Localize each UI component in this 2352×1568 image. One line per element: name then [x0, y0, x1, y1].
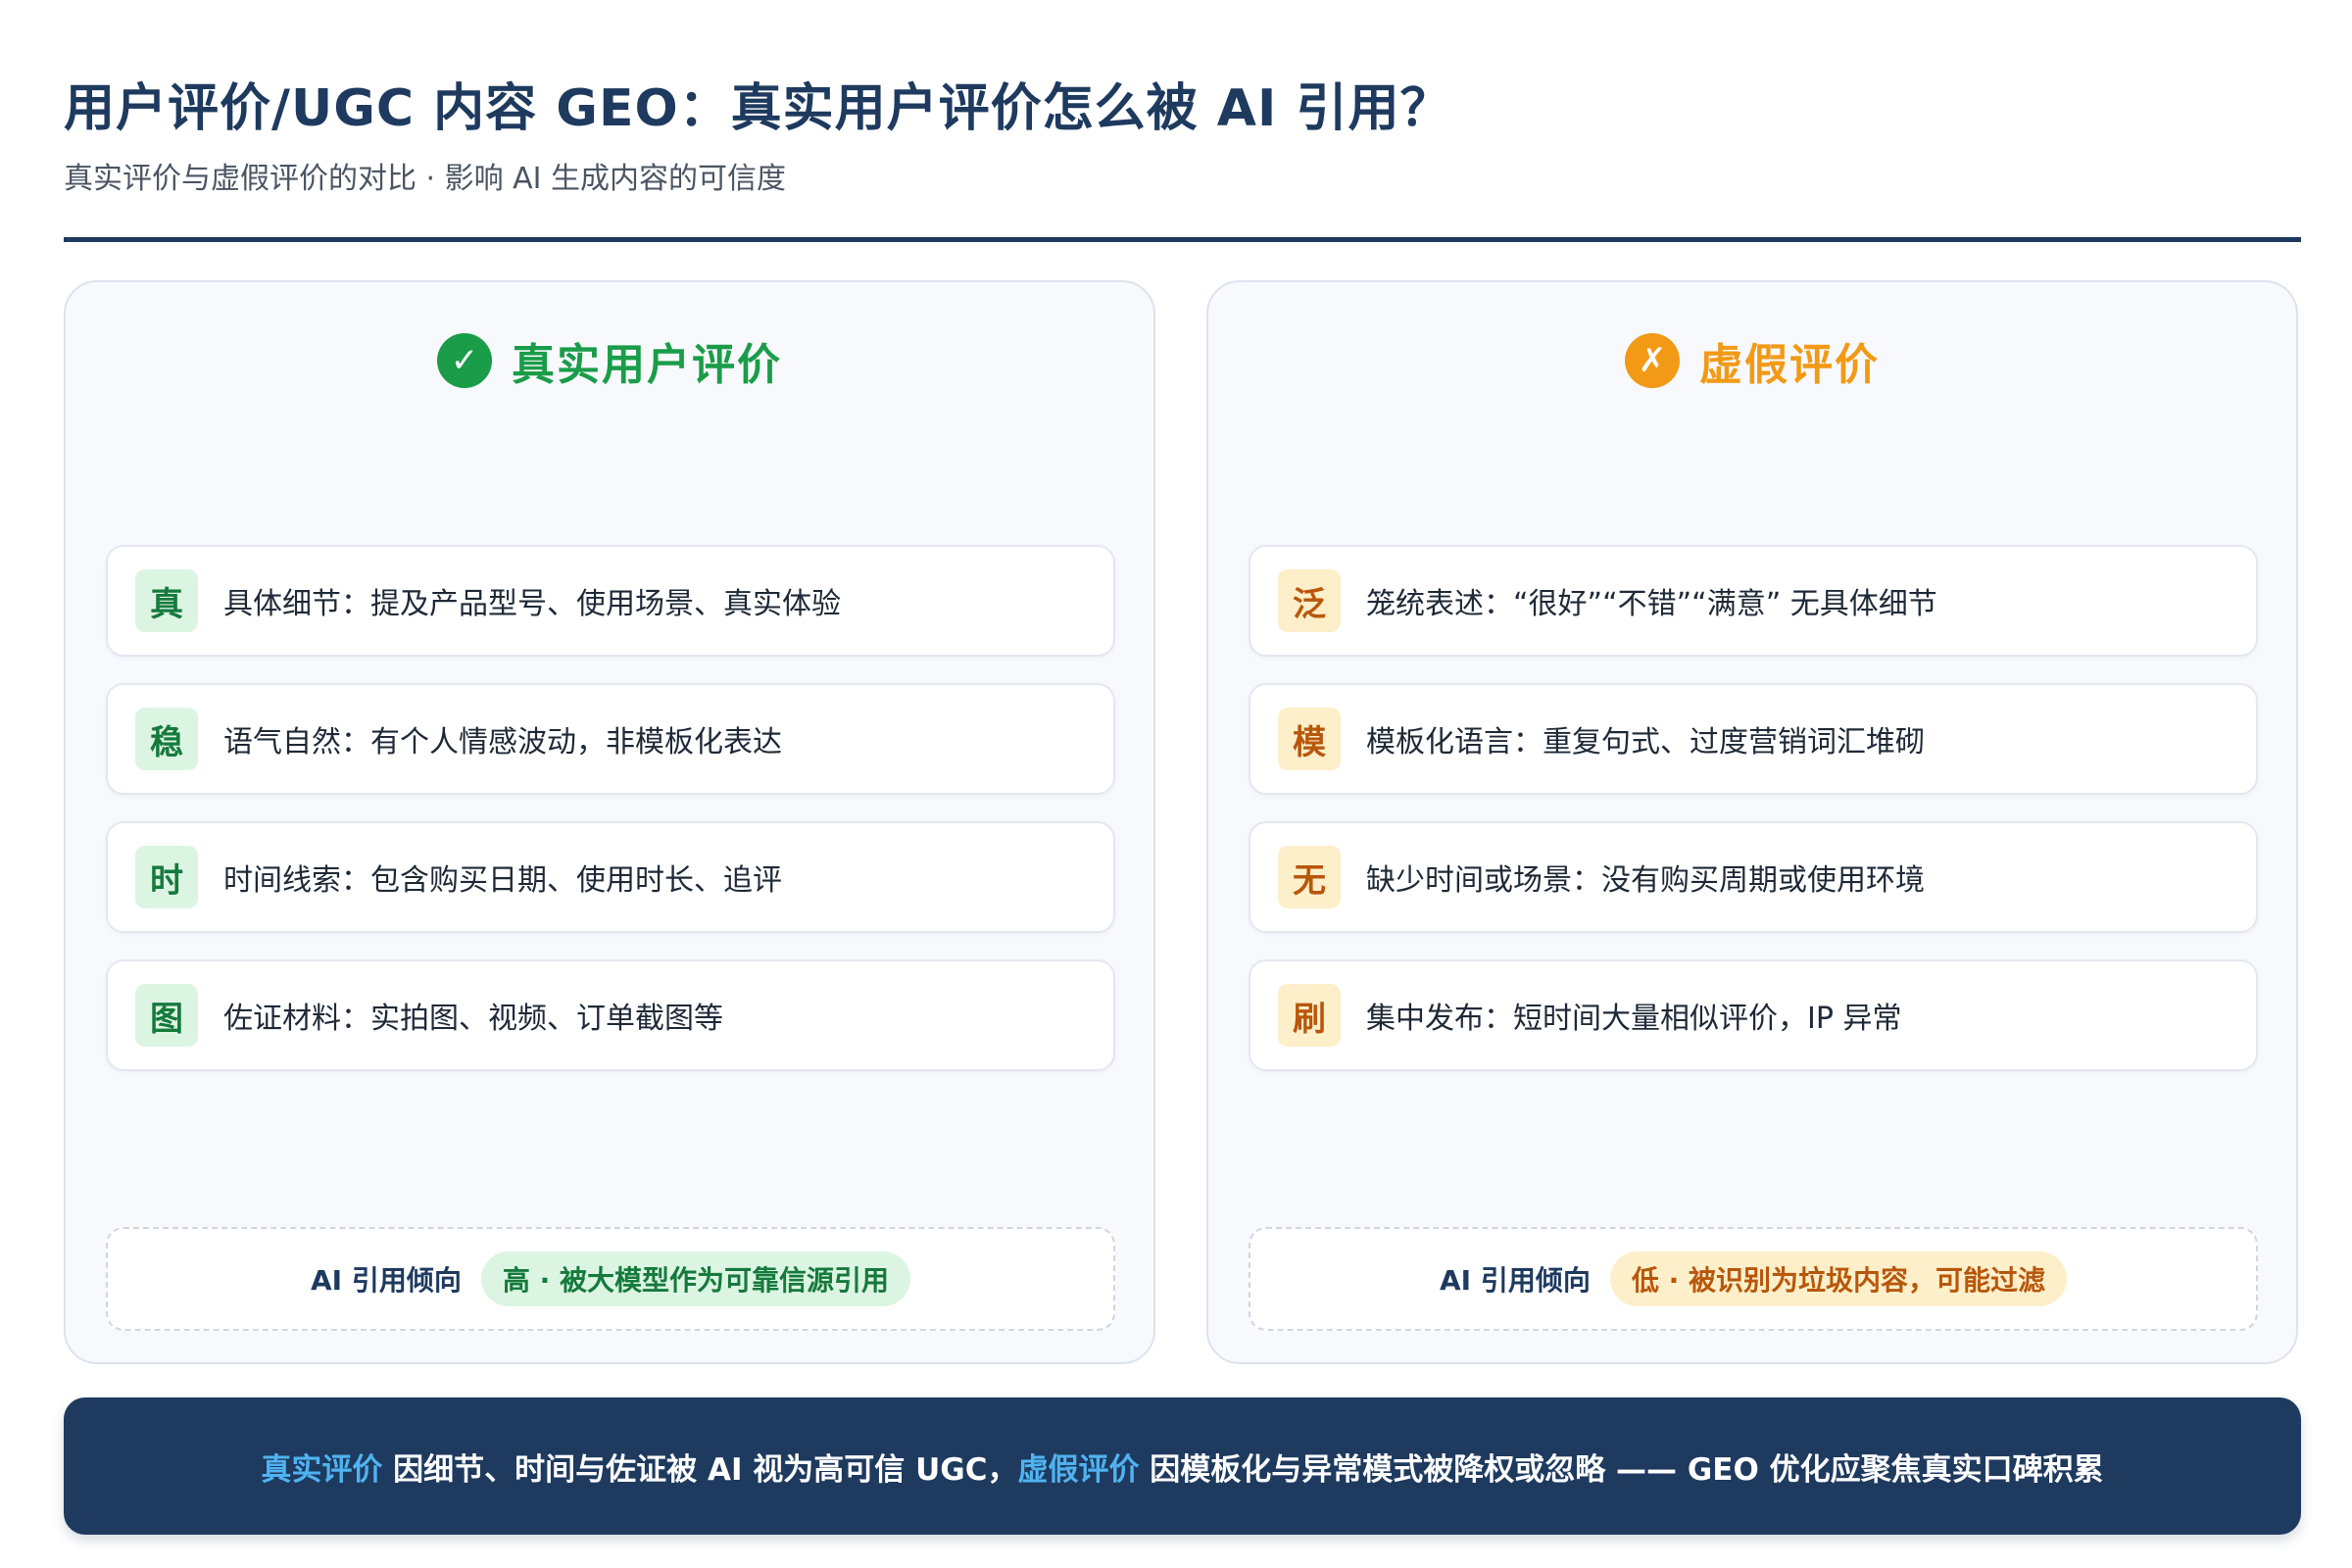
check-icon: ✓ [437, 333, 492, 388]
genuine-item-time: 时 时间线索：包含购买日期、使用时长、追评 [106, 821, 1115, 933]
item-badge: 模 [1278, 708, 1341, 770]
banner-text-part2: 因模板化与异常模式被降权或忽略 —— GEO 优化应聚焦真实口碑积累 [1139, 1451, 2104, 1488]
item-text: 笼统表述：“很好”“不错”“满意” 无具体细节 [1366, 587, 1937, 621]
genuine-item-detail: 真 具体细节：提及产品型号、使用场景、真实体验 [106, 545, 1115, 657]
fake-item-no-context: 无 缺少时间或场景：没有购买周期或使用环境 [1249, 821, 2258, 933]
item-text: 语气自然：有个人情感波动，非模板化表达 [223, 725, 782, 760]
ai-citation-low-badge: 低 · 被识别为垃圾内容，可能过滤 [1609, 1251, 2067, 1306]
fake-ai-citation-box: AI 引用倾向 低 · 被识别为垃圾内容，可能过滤 [1249, 1227, 2258, 1331]
title-divider [64, 237, 2301, 242]
fake-panel-heading: 虚假评价 [1699, 340, 1880, 390]
page-subtitle: 真实评价与虚假评价的对比 · 影响 AI 生成内容的可信度 [64, 162, 787, 196]
item-badge: 真 [135, 569, 198, 632]
summary-banner: 真实评价 因细节、时间与佐证被 AI 视为高可信 UGC， 虚假评价 因模板化与异… [64, 1397, 2301, 1535]
genuine-panel-heading: 真实用户评价 [512, 340, 782, 390]
item-text: 集中发布：短时间大量相似评价，IP 异常 [1366, 1002, 1902, 1036]
ai-citation-high-badge: 高 · 被大模型作为可靠信源引用 [480, 1251, 910, 1306]
page-title: 用户评价/UGC 内容 GEO：真实用户评价怎么被 AI 引用？ [64, 79, 1452, 138]
fake-panel-header: ✗ 虚假评价 [1208, 321, 2296, 400]
item-text: 佐证材料：实拍图、视频、订单截图等 [223, 1002, 723, 1036]
ai-citation-label: AI 引用倾向 [1440, 1264, 1591, 1297]
genuine-panel-header: ✓ 真实用户评价 [66, 321, 1153, 400]
fake-item-vague: 泛 笼统表述：“很好”“不错”“满意” 无具体细节 [1249, 545, 2258, 657]
item-text: 具体细节：提及产品型号、使用场景、真实体验 [223, 587, 841, 621]
genuine-item-evidence: 图 佐证材料：实拍图、视频、订单截图等 [106, 959, 1115, 1071]
item-badge: 刷 [1278, 984, 1341, 1047]
fake-item-template: 模 模板化语言：重复句式、过度营销词汇堆砌 [1249, 683, 2258, 795]
item-badge: 时 [135, 846, 198, 908]
banner-highlight-fake: 虚假评价 [1017, 1451, 1140, 1488]
banner-text-part1: 因细节、时间与佐证被 AI 视为高可信 UGC， [382, 1451, 1018, 1488]
item-badge: 稳 [135, 708, 198, 770]
item-badge: 图 [135, 984, 198, 1047]
fake-item-burst: 刷 集中发布：短时间大量相似评价，IP 异常 [1249, 959, 2258, 1071]
item-badge: 泛 [1278, 569, 1341, 632]
genuine-item-tone: 稳 语气自然：有个人情感波动，非模板化表达 [106, 683, 1115, 795]
fake-review-panel: ✗ 虚假评价 泛 笼统表述：“很好”“不错”“满意” 无具体细节 模 模板化语言… [1206, 280, 2298, 1364]
banner-highlight-genuine: 真实评价 [261, 1451, 383, 1488]
ai-citation-label: AI 引用倾向 [311, 1264, 462, 1297]
item-badge: 无 [1278, 846, 1341, 908]
cross-icon: ✗ [1625, 333, 1680, 388]
item-text: 时间线索：包含购买日期、使用时长、追评 [223, 863, 782, 898]
genuine-review-panel: ✓ 真实用户评价 真 具体细节：提及产品型号、使用场景、真实体验 稳 语气自然：… [64, 280, 1155, 1364]
genuine-ai-citation-box: AI 引用倾向 高 · 被大模型作为可靠信源引用 [106, 1227, 1115, 1331]
item-text: 缺少时间或场景：没有购买周期或使用环境 [1366, 863, 1925, 898]
item-text: 模板化语言：重复句式、过度营销词汇堆砌 [1366, 725, 1925, 760]
